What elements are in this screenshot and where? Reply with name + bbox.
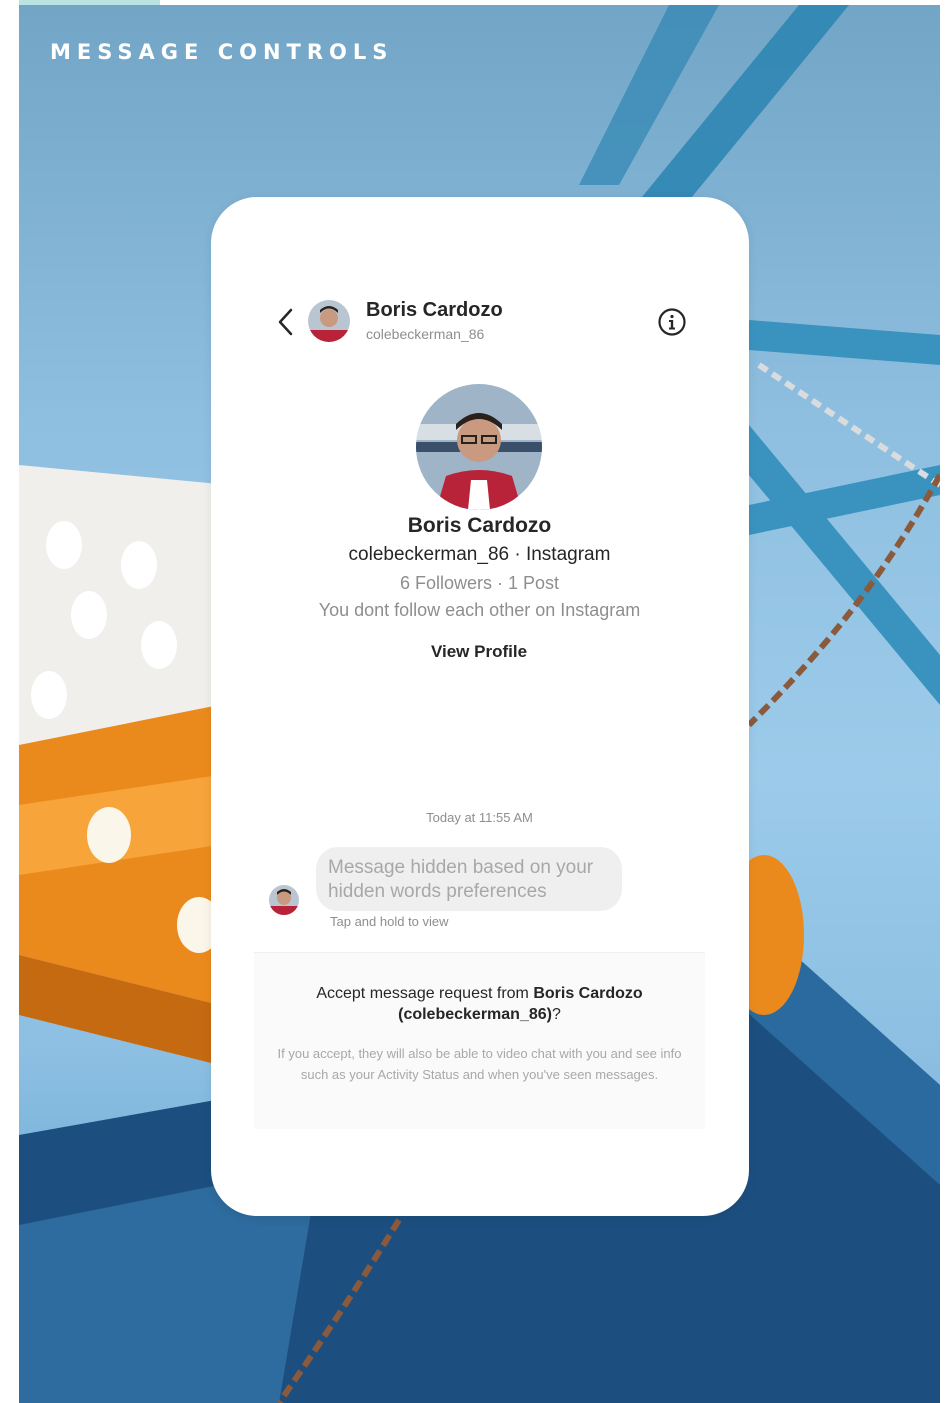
request-title-suffix: ? [551,1006,561,1023]
request-name: Boris Cardozo [533,985,643,1002]
profile-stats: 6 Followers · 1 Post [399,573,560,593]
hidden-message-line1: Message hidden based on your [328,857,594,878]
back-button[interactable] [274,307,296,337]
request-description: If you accept, they will also be able to… [277,1046,682,1082]
profile-avatar[interactable] [416,384,542,510]
hidden-message-line2: hidden words preferences [328,881,547,902]
message-request-panel: Accept message request from Boris Cardoz… [254,952,705,1129]
dm-screen: Boris Cardozo colebeckerman_86 Boris Car… [254,290,705,1129]
relationship-text: You dont follow each other on Instagram [318,600,641,620]
header-username: colebeckerman_86 [366,326,485,342]
section-label: MESSAGE CONTROLS [50,40,394,64]
view-profile-button[interactable]: View Profile [419,642,539,662]
chevron-left-icon [278,308,293,336]
tap-hint: Tap and hold to view [330,914,449,929]
request-title-prefix: Accept message request from [316,985,534,1002]
profile-name: Boris Cardozo [407,514,552,537]
request-username: (colebeckerman_86) [398,1006,552,1023]
header-name[interactable]: Boris Cardozo [366,299,503,322]
info-circle-icon [658,308,686,336]
profile-meta: colebeckerman_86 · Instagram [348,544,611,565]
request-title: Accept message request from Boris Cardoz… [284,983,675,1025]
message-timestamp: Today at 11:55 AM [426,810,533,825]
sender-avatar[interactable] [269,885,299,915]
info-button[interactable] [657,307,687,337]
hidden-message-bubble[interactable]: Message hidden based on your hidden word… [316,847,622,911]
header-avatar[interactable] [308,300,350,342]
